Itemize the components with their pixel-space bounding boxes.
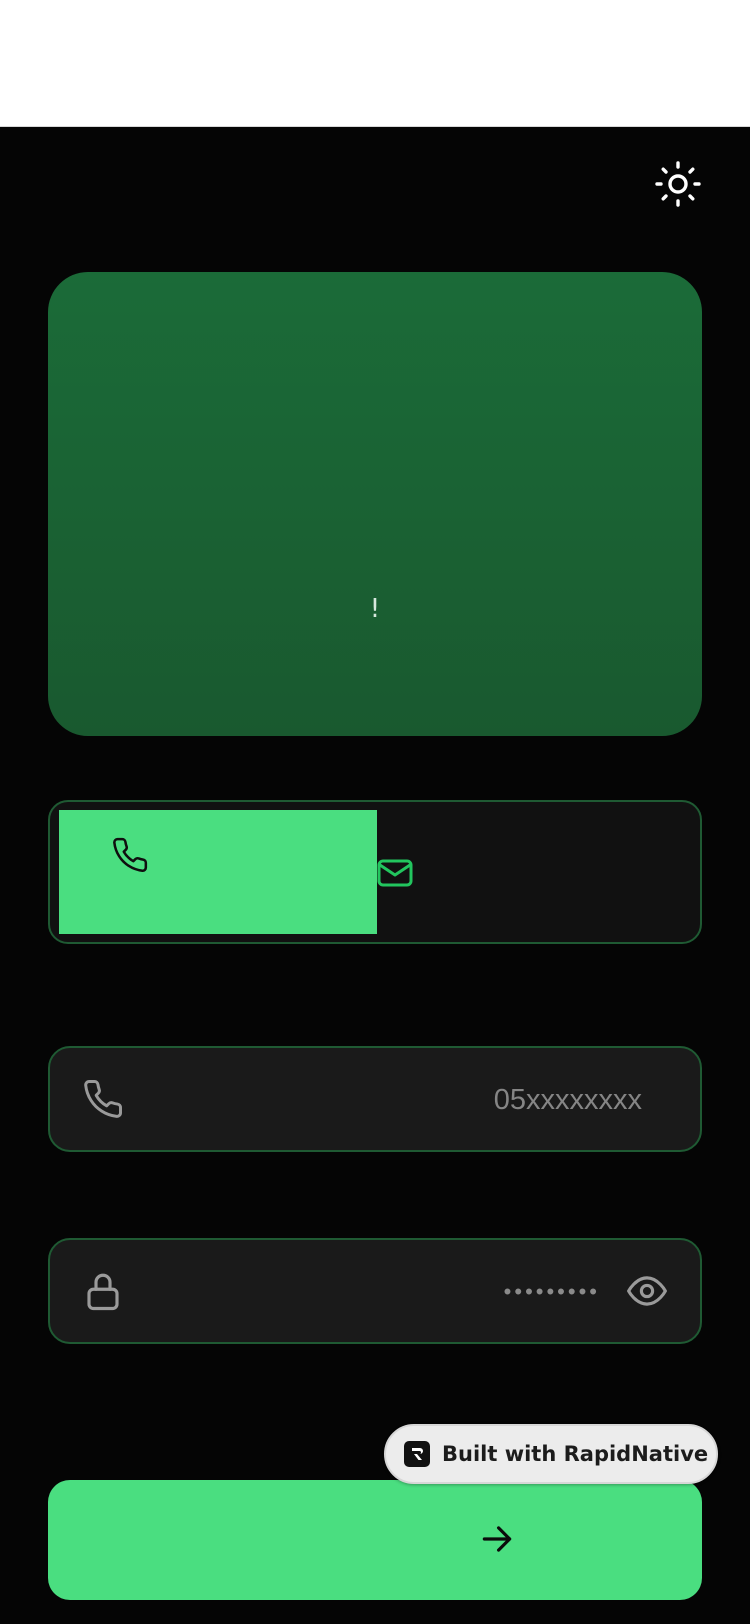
mail-icon bbox=[377, 859, 413, 887]
submit-button[interactable] bbox=[48, 1480, 702, 1600]
phone-icon bbox=[113, 837, 148, 872]
hero-text: ! bbox=[369, 594, 381, 624]
rapidnative-logo-icon bbox=[404, 1441, 430, 1467]
top-safe-area bbox=[0, 0, 750, 127]
phone-icon bbox=[84, 1080, 122, 1118]
phone-input[interactable] bbox=[220, 1070, 644, 1130]
login-method-toggle bbox=[48, 800, 702, 944]
password-input[interactable] bbox=[298, 1262, 602, 1322]
eye-icon[interactable] bbox=[626, 1270, 668, 1312]
badge-label: Built with RapidNative bbox=[442, 1442, 709, 1466]
email-method-tab[interactable] bbox=[377, 810, 695, 934]
sun-icon bbox=[655, 161, 701, 207]
phone-field bbox=[48, 1046, 702, 1152]
hero-card: ! bbox=[48, 272, 702, 736]
theme-toggle-button[interactable] bbox=[652, 158, 704, 210]
arrow-right-icon bbox=[482, 1526, 512, 1552]
lock-icon bbox=[87, 1273, 119, 1311]
password-field bbox=[48, 1238, 702, 1344]
built-with-badge[interactable]: Built with RapidNative bbox=[384, 1424, 718, 1484]
phone-method-tab[interactable] bbox=[59, 810, 377, 934]
